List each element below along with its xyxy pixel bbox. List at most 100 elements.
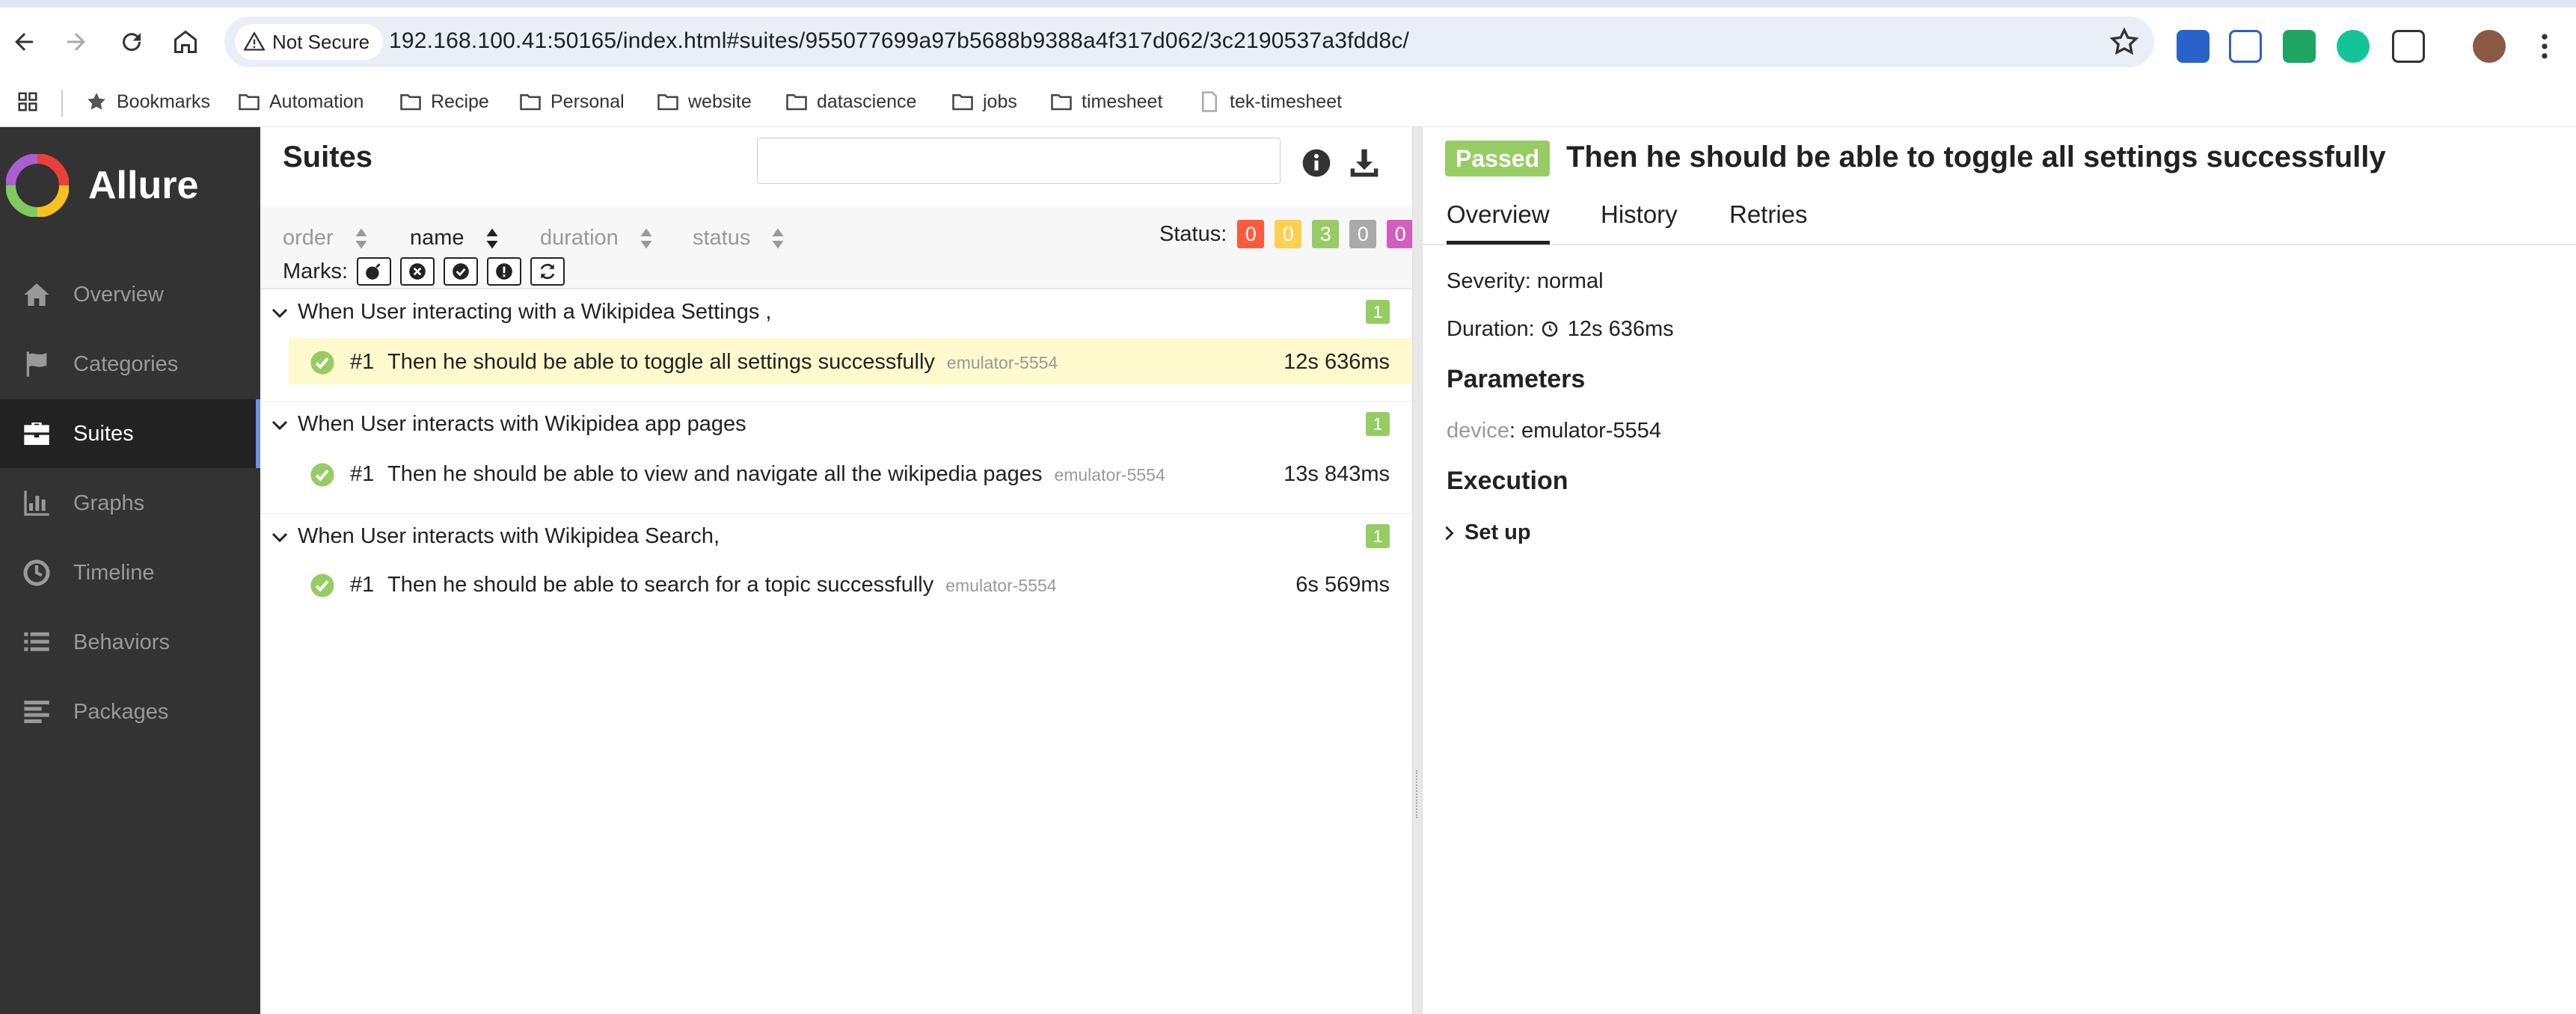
- bookmark-timesheet[interactable]: timesheet: [1050, 87, 1162, 117]
- marks-label: Marks:: [283, 259, 348, 283]
- sidebar-item-suites[interactable]: Suites: [0, 399, 260, 468]
- folder-icon: [400, 94, 421, 111]
- suite-group[interactable]: When User interacts with Wikipidea Searc…: [260, 513, 1412, 559]
- passed-check-icon: [310, 463, 334, 487]
- sort-by-name[interactable]: name: [410, 226, 499, 251]
- duration-label: Duration:: [1447, 317, 1535, 341]
- setup-toggle[interactable]: Set up: [1441, 520, 1531, 545]
- security-chip[interactable]: Not Secure: [235, 24, 384, 60]
- passed-count-toggle[interactable]: 3: [1312, 220, 1340, 248]
- setup-label: Set up: [1465, 520, 1531, 544]
- new-passed-mark-button[interactable]: [444, 257, 478, 286]
- security-label: Not Secure: [272, 30, 370, 53]
- detail-tabs: Overview History Retries: [1423, 188, 2576, 245]
- bookmark-bookmarks[interactable]: Bookmarks: [85, 87, 210, 117]
- info-icon[interactable]: [1301, 148, 1331, 178]
- test-row[interactable]: #1 Then he should be able to search for …: [289, 561, 1412, 607]
- tab-overview[interactable]: Overview: [1447, 200, 1550, 245]
- back-button[interactable]: [4, 22, 43, 61]
- reload-icon: [123, 33, 141, 52]
- folder-icon: [239, 94, 260, 111]
- address-bar[interactable]: Not Secure 192.168.100.41:50165/index.ht…: [224, 16, 2154, 67]
- suite-group[interactable]: When User interacting with a Wikipidea S…: [260, 289, 1412, 335]
- passed-check-icon: [310, 351, 334, 375]
- sidebar-item-graphs[interactable]: Graphs: [0, 469, 260, 538]
- status-badge: Passed: [1445, 141, 1551, 176]
- sidebar-item-timeline[interactable]: Timeline: [0, 538, 260, 607]
- splitter-grip[interactable]: [1416, 770, 1419, 818]
- bookmark-automation[interactable]: Automation: [238, 87, 364, 117]
- briefcase-icon: [24, 423, 49, 445]
- skipped-count-toggle[interactable]: 0: [1349, 220, 1377, 248]
- new-broken-mark-button[interactable]: [487, 257, 521, 286]
- suite-group-count: 1: [1366, 412, 1390, 436]
- unknown-count-toggle[interactable]: 0: [1387, 220, 1414, 248]
- sidebar-item-label: Graphs: [73, 491, 145, 515]
- extension-icon-1[interactable]: [2177, 30, 2209, 63]
- retries-mark-button[interactable]: [530, 257, 565, 286]
- profile-avatar[interactable]: [2473, 30, 2506, 63]
- sidebar-item-label: Packages: [73, 700, 169, 724]
- sidebar-item-overview[interactable]: Overview: [0, 260, 260, 329]
- test-duration: 12s 636ms: [1284, 350, 1390, 374]
- bookmarks-bar: Bookmarks Automation Recipe Personal web…: [0, 76, 2576, 127]
- search-input[interactable]: [757, 138, 1281, 184]
- sort-icon: [640, 228, 652, 248]
- bookmark-jobs[interactable]: jobs: [951, 87, 1017, 117]
- reload-button[interactable]: [112, 22, 151, 61]
- browser-menu-icon[interactable]: [2528, 30, 2561, 63]
- test-row[interactable]: #1 Then he should be able to view and na…: [289, 450, 1412, 497]
- status-filter: Status: 0 0 3 0 0: [1159, 220, 1414, 248]
- sheets-extension-icon[interactable]: [2283, 30, 2316, 63]
- allure-sidebar: Allure Overview Categories Suites Graphs…: [0, 127, 260, 1014]
- calendar-extension-icon[interactable]: [2229, 30, 2262, 63]
- sort-by-status[interactable]: status: [693, 226, 785, 251]
- grammarly-extension-icon[interactable]: [2337, 30, 2370, 63]
- chevron-right-icon: [1445, 526, 1454, 540]
- sidebar-item-behaviors[interactable]: Behaviors: [0, 608, 260, 677]
- bookmark-datascience[interactable]: datascience: [785, 87, 916, 117]
- download-icon[interactable]: [1348, 147, 1381, 179]
- flaky-mark-button[interactable]: [357, 257, 391, 286]
- test-detail-pane: Passed Then he should be able to toggle …: [1423, 127, 2576, 1014]
- chevron-down-icon: [272, 420, 288, 431]
- url-text[interactable]: 192.168.100.41:50165/index.html#suites/9…: [389, 28, 1409, 54]
- bar-chart-icon: [24, 491, 49, 516]
- bookmark-website[interactable]: website: [657, 87, 752, 117]
- sidebar-item-packages[interactable]: Packages: [0, 677, 260, 746]
- marks-filter: Marks:: [283, 257, 565, 286]
- test-row[interactable]: #1 Then he should be able to toggle all …: [289, 338, 1412, 384]
- clock-icon: [23, 559, 50, 586]
- sidebar-item-label: Overview: [73, 283, 164, 307]
- bookmark-personal[interactable]: Personal: [519, 87, 625, 117]
- test-name: Then he should be able to toggle all set…: [387, 350, 1058, 374]
- folder-icon: [520, 94, 541, 111]
- home-button[interactable]: [166, 22, 205, 61]
- suite-group[interactable]: When User interacts with Wikipidea app p…: [260, 401, 1412, 447]
- bookmark-tek-timesheet[interactable]: tek-timesheet: [1198, 87, 1342, 117]
- passed-check-icon: [310, 574, 334, 597]
- forward-button[interactable]: [57, 22, 96, 61]
- allure-brand[interactable]: Allure: [6, 150, 198, 221]
- broken-count-toggle[interactable]: 0: [1275, 220, 1302, 248]
- sort-by-order[interactable]: order: [283, 226, 368, 251]
- bookmark-star-icon[interactable]: [2109, 27, 2139, 57]
- flaky-icon: [366, 263, 381, 280]
- page-icon: [1202, 91, 1217, 112]
- bookmark-recipe[interactable]: Recipe: [399, 87, 489, 117]
- parameter-key: device: [1447, 419, 1509, 443]
- new-failed-mark-button[interactable]: [400, 257, 435, 286]
- flag-icon: [26, 351, 47, 377]
- pane-splitter[interactable]: [1412, 127, 1423, 1014]
- tab-history[interactable]: History: [1601, 200, 1678, 229]
- brand-name: Allure: [88, 164, 199, 207]
- tab-retries[interactable]: Retries: [1729, 200, 1808, 229]
- extensions-puzzle-icon[interactable]: [2392, 30, 2425, 63]
- test-number: #1: [350, 573, 375, 597]
- folder-icon: [657, 94, 678, 111]
- sidebar-item-categories[interactable]: Categories: [0, 330, 260, 399]
- sort-by-duration[interactable]: duration: [540, 226, 653, 251]
- status-label: Status:: [1159, 221, 1227, 246]
- failed-count-toggle[interactable]: 0: [1237, 220, 1265, 248]
- apps-grid-icon[interactable]: [16, 87, 39, 117]
